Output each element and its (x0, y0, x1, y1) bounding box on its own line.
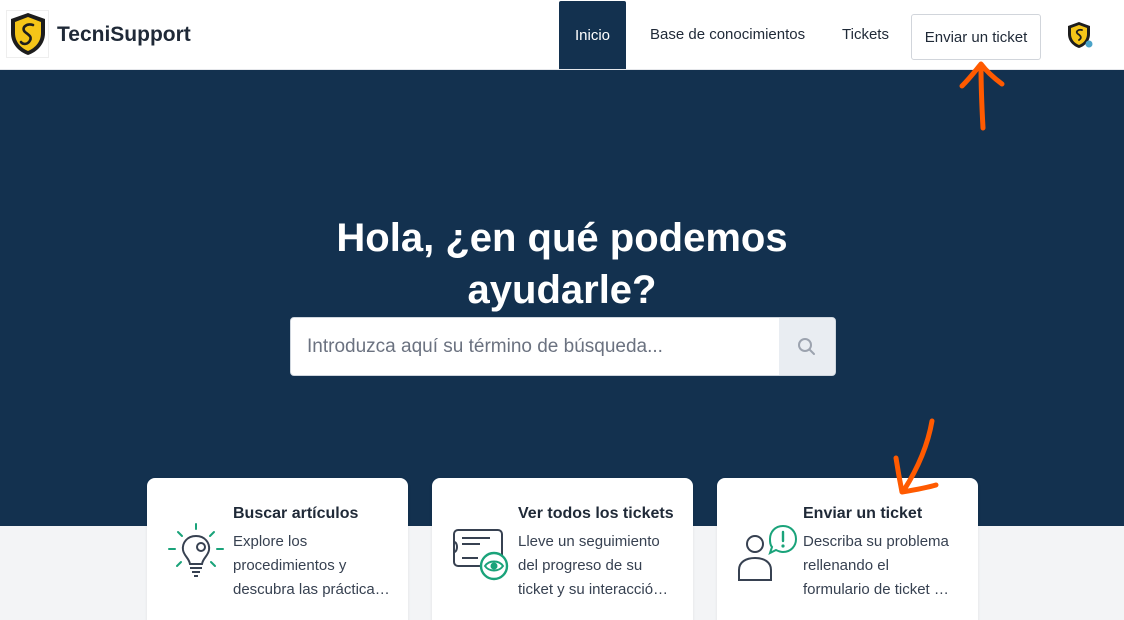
avatar-shield-icon (1068, 22, 1093, 48)
lightbulb-icon (168, 523, 224, 577)
search-box (290, 317, 836, 376)
user-avatar[interactable] (1066, 20, 1094, 50)
search-icon (798, 337, 815, 355)
brand-name[interactable]: TecniSupport (57, 23, 191, 47)
shield-logo-icon (10, 13, 45, 55)
card-title: Buscar artículos (233, 505, 359, 522)
card-description: Describa su problema rellenando el formu… (803, 530, 965, 602)
card-desc-line: formulario de ticket … (803, 581, 949, 598)
card-desc-line: rellenando el (803, 557, 889, 574)
nav-home[interactable]: Inicio (559, 1, 626, 69)
submit-ticket-button[interactable]: Enviar un ticket (911, 14, 1041, 60)
annotation-arrow-down-icon (893, 418, 939, 495)
ticket-eye-icon (453, 529, 509, 581)
nav-knowledge-base[interactable]: Base de conocimientos (650, 0, 805, 69)
card-title: Enviar un ticket (803, 505, 923, 522)
nav-tickets[interactable]: Tickets (842, 0, 889, 69)
search-input[interactable] (291, 318, 780, 375)
user-alert-icon (738, 524, 797, 581)
card-description: Lleve un seguimiento del progreso de su … (518, 530, 680, 602)
hero-title: Hola, ¿en qué podemos ayudarle? (0, 212, 1124, 316)
card-description: Explore los procedimientos y descubra la… (233, 530, 395, 602)
card-desc-line: procedimientos y (233, 557, 347, 574)
card-desc-line: Describa su problema (803, 533, 949, 550)
search-button[interactable] (779, 318, 835, 375)
hero-title-line1: Hola, ¿en qué podemos (336, 216, 788, 260)
card-desc-line: del progreso de su (518, 557, 643, 574)
card-desc-line: Explore los (233, 533, 308, 550)
card-desc-line: Lleve un seguimiento (518, 533, 660, 550)
card-desc-line: descubra las práctica… (233, 581, 390, 598)
card-search-articles[interactable]: Buscar artículos Explore los procedimien… (147, 478, 408, 620)
brand-logo[interactable] (6, 10, 49, 58)
card-view-tickets[interactable]: Ver todos los tickets Lleve un seguimien… (432, 478, 693, 620)
card-desc-line: ticket y su interacció… (518, 581, 669, 598)
card-title: Ver todos los tickets (518, 505, 674, 522)
hero-title-line2: ayudarle? (467, 268, 657, 312)
annotation-arrow-up-icon (959, 61, 1005, 131)
